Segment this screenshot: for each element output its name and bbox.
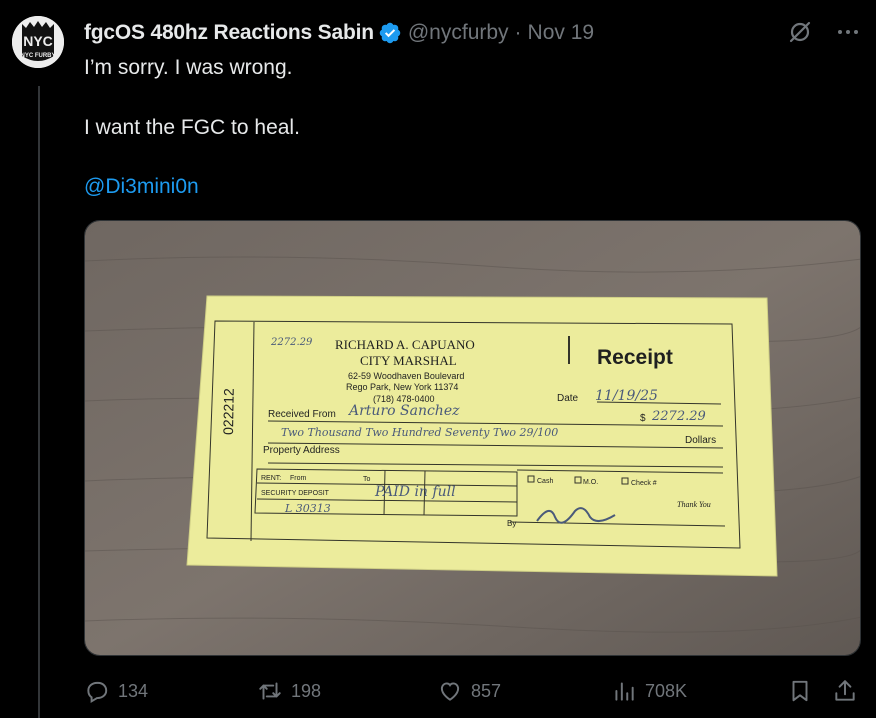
receipt-thank-you: Thank You bbox=[677, 500, 711, 509]
receipt-amount-prefix: $ bbox=[640, 413, 646, 424]
receipt-cash-label: Cash bbox=[537, 478, 553, 485]
tweet-header: fgcOS 480hz Reactions Sabin @nycfurby · … bbox=[84, 19, 594, 47]
bookmark-icon bbox=[792, 680, 808, 702]
receipt-marshal-title: CITY MARSHAL bbox=[360, 353, 457, 368]
bookmark-button[interactable] bbox=[787, 675, 813, 707]
display-name[interactable]: fgcOS 480hz Reactions Sabin bbox=[84, 21, 374, 45]
handwritten-date: 11/19/25 bbox=[595, 388, 658, 404]
share-icon bbox=[835, 680, 855, 701]
receipt-received-from-label: Received From bbox=[268, 409, 336, 420]
views-icon bbox=[615, 682, 634, 701]
handwritten-paid-note: PAID in full bbox=[374, 484, 456, 500]
receipt-address-2: Rego Park, New York 11374 bbox=[346, 382, 458, 392]
reply-icon bbox=[87, 681, 108, 704]
views-button[interactable]: 708K bbox=[611, 675, 687, 707]
thread-line bbox=[38, 86, 40, 718]
verified-badge-icon[interactable] bbox=[378, 21, 402, 45]
handwritten-reference: L 30313 bbox=[284, 502, 331, 515]
grok-icon[interactable] bbox=[786, 18, 814, 46]
avatar[interactable]: NYC NYC FURBY bbox=[12, 16, 64, 68]
repost-count: 198 bbox=[291, 680, 322, 701]
receipt-marshal-name: RICHARD A. CAPUANO bbox=[335, 337, 475, 352]
svg-text:NYC FURBY: NYC FURBY bbox=[20, 53, 55, 59]
action-bar: 134 198 857 708K bbox=[84, 675, 864, 707]
avatar-logo-icon: NYC NYC FURBY bbox=[12, 16, 64, 68]
receipt-mo-label: M.O. bbox=[583, 479, 598, 486]
handwritten-amount: 2272.29 bbox=[651, 409, 706, 424]
receipt-to-label: To bbox=[363, 476, 371, 483]
svg-text:NYC: NYC bbox=[23, 33, 53, 49]
mention-link[interactable]: @Di3mini0n bbox=[84, 175, 199, 199]
handwritten-corner-note: 2272.29 bbox=[270, 337, 313, 348]
repost-button[interactable]: 198 bbox=[257, 675, 321, 707]
reply-count: 134 bbox=[118, 680, 149, 701]
repost-icon bbox=[259, 682, 281, 700]
receipt-check-label: Check # bbox=[631, 480, 657, 487]
tweet-text-line-2: I want the FGC to heal. bbox=[84, 116, 300, 139]
receipt-rent-label: RENT: bbox=[261, 475, 281, 482]
like-icon bbox=[440, 682, 460, 701]
receipt-address-1: 62-59 Woodhaven Boulevard bbox=[348, 371, 464, 381]
handwritten-received-from: Arturo Sanchez bbox=[347, 403, 460, 419]
timestamp[interactable]: Nov 19 bbox=[528, 21, 595, 45]
receipt-from-label: From bbox=[290, 475, 307, 482]
receipt-security-label: SECURITY DEPOSIT bbox=[261, 490, 330, 497]
receipt-number: 022212 bbox=[220, 388, 237, 435]
share-button[interactable] bbox=[832, 675, 858, 707]
handwritten-amount-words: Two Thousand Two Hundred Seventy Two 29/… bbox=[281, 426, 558, 439]
receipt-photo-image: 022212 RICHARD A. CAPUANO CITY MARSHAL 6… bbox=[85, 221, 860, 655]
receipt-date-label: Date bbox=[557, 393, 579, 404]
receipt-heading: Receipt bbox=[597, 346, 673, 369]
receipt-by-label: By bbox=[507, 519, 516, 528]
tweet-text-line-1: I’m sorry. I was wrong. bbox=[84, 56, 293, 79]
receipt-dollars-label: Dollars bbox=[685, 435, 716, 446]
like-count: 857 bbox=[471, 680, 502, 701]
reply-button[interactable]: 134 bbox=[84, 675, 148, 707]
handle[interactable]: @nycfurby bbox=[408, 21, 509, 45]
views-count: 708K bbox=[645, 680, 688, 701]
like-button[interactable]: 857 bbox=[437, 675, 501, 707]
receipt-property-label: Property Address bbox=[263, 445, 340, 456]
more-icon[interactable] bbox=[834, 18, 862, 46]
separator-dot: · bbox=[514, 21, 522, 44]
tweet-photo[interactable]: 022212 RICHARD A. CAPUANO CITY MARSHAL 6… bbox=[84, 220, 861, 656]
header-actions bbox=[786, 18, 862, 46]
